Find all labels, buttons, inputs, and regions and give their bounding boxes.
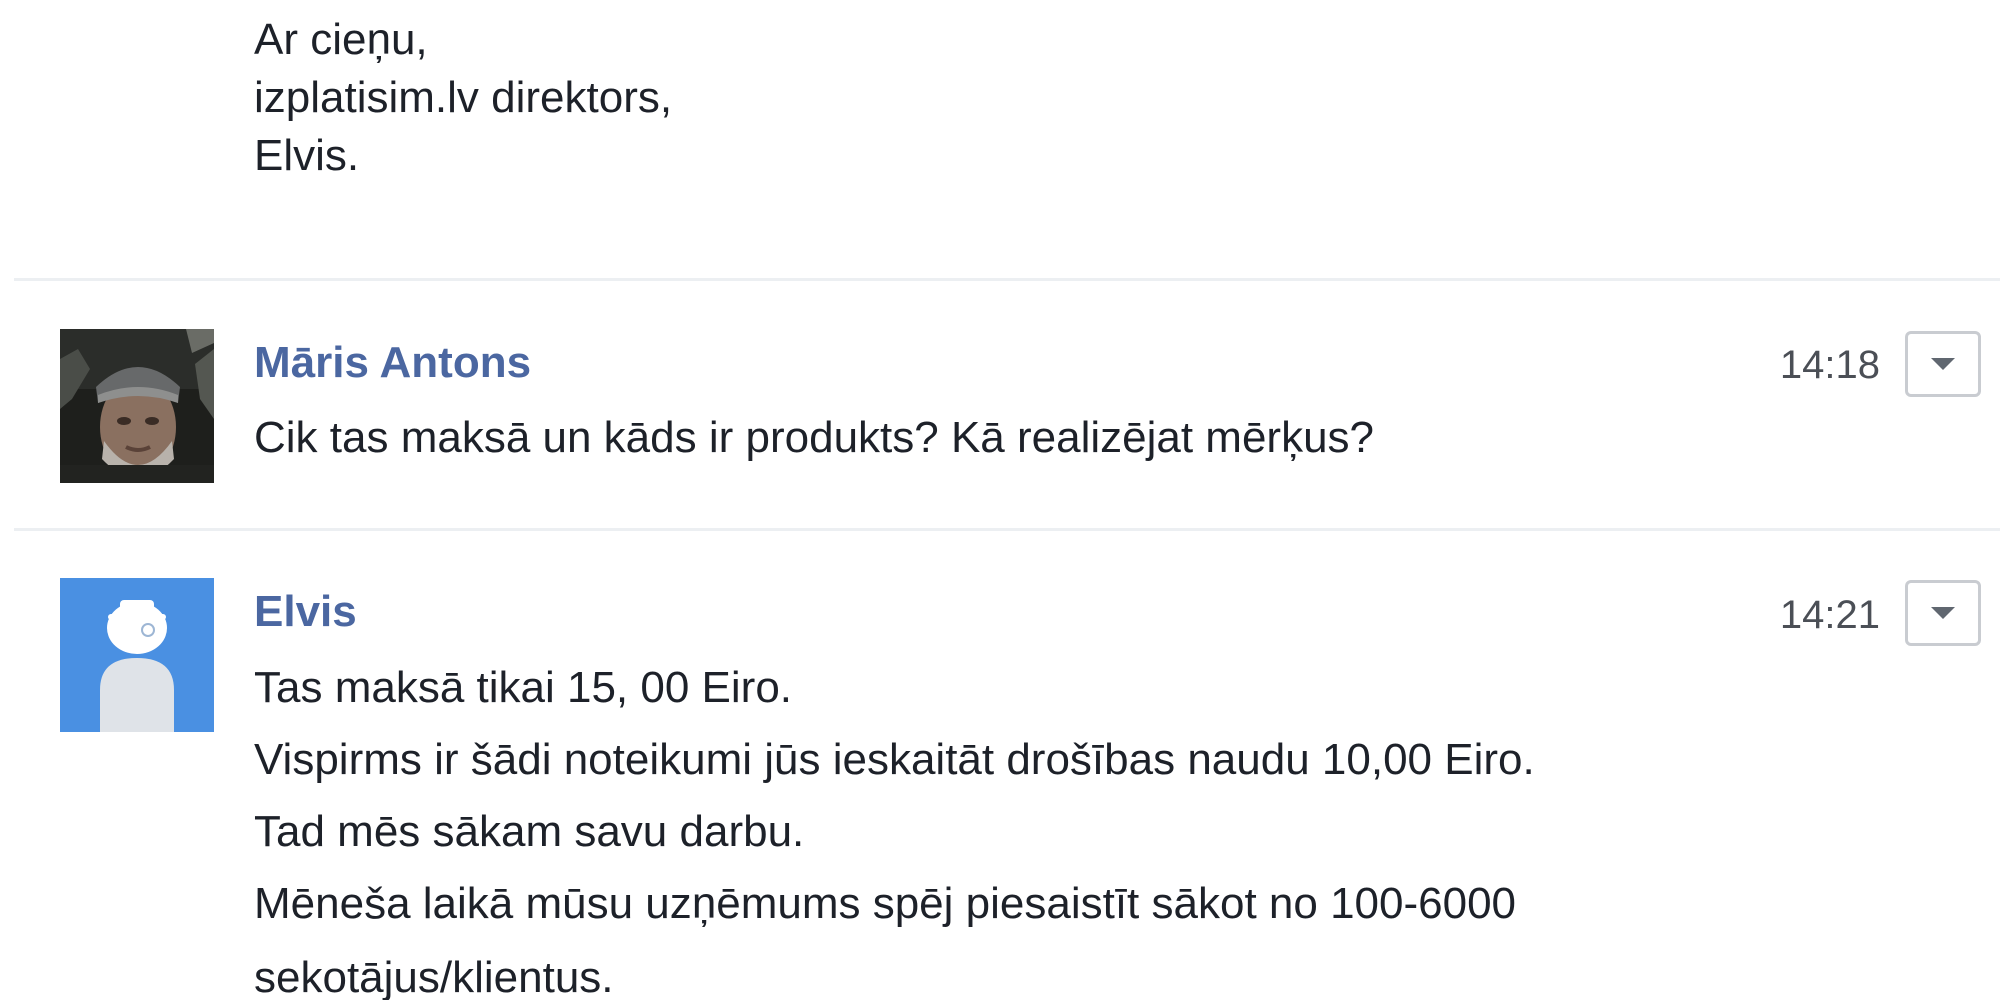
message-line: Tas maksā tikai 15, 00 Eiro. bbox=[254, 663, 793, 712]
message-line: Cik tas maksā un kāds ir produkts? Kā re… bbox=[254, 413, 1375, 462]
message-line: Tad mēs sākam savu darbu. bbox=[254, 807, 805, 856]
message-line: Elvis. bbox=[254, 131, 360, 180]
message-menu-button[interactable] bbox=[1905, 580, 1981, 646]
chevron-down-icon bbox=[1931, 607, 1955, 619]
message-line: Mēneša laikā mūsu uzņēmums spēj piesaist… bbox=[254, 879, 1517, 928]
message-thread: Ar cieņu, izplatisim.lv direktors, Elvis… bbox=[0, 0, 2000, 1000]
message-menu-button[interactable] bbox=[1905, 331, 1981, 397]
author-name[interactable]: Elvis bbox=[254, 582, 357, 642]
chevron-down-icon bbox=[1931, 358, 1955, 370]
author-name[interactable]: Māris Antons bbox=[254, 333, 531, 393]
message-line: sekotājus/klientus. bbox=[254, 953, 614, 1000]
user-photo bbox=[60, 329, 214, 483]
default-user-icon bbox=[60, 578, 214, 732]
message-time: 14:21 bbox=[1779, 593, 1880, 637]
message-time: 14:18 bbox=[1779, 343, 1880, 387]
message-separator bbox=[14, 278, 2000, 281]
message-line: Vispirms ir šādi noteikumi jūs ieskaitāt… bbox=[254, 735, 1535, 784]
avatar[interactable] bbox=[60, 329, 214, 483]
avatar[interactable] bbox=[60, 578, 214, 732]
message-separator bbox=[14, 528, 2000, 531]
